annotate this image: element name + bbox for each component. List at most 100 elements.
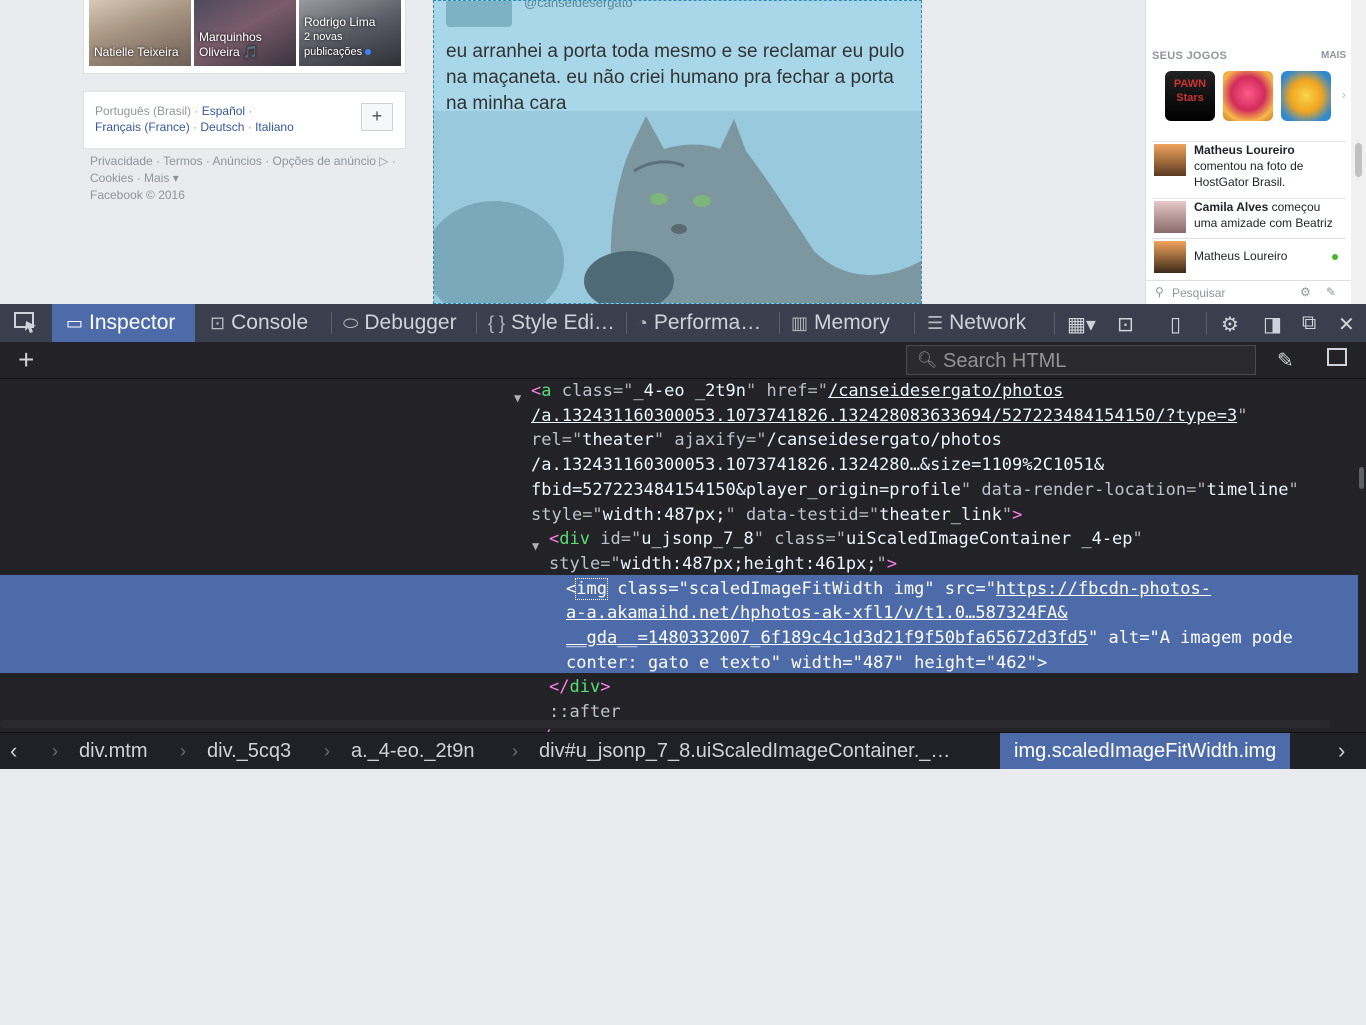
facebook-page: Natielle Teixeira Marquinhos Oliveira 🎵 … bbox=[0, 0, 1366, 304]
search-html-box[interactable]: 🔍︎ bbox=[906, 345, 1256, 375]
avatar bbox=[1154, 201, 1186, 233]
toggle-sidebar-icon[interactable] bbox=[1327, 348, 1347, 366]
tab-debugger[interactable]: ⬭ Debugger bbox=[343, 304, 457, 342]
game-icon[interactable]: PAWN Stars bbox=[1165, 71, 1215, 121]
gear-icon[interactable]: ⚙ bbox=[1221, 312, 1239, 337]
chat-contact[interactable]: Matheus Loureiro bbox=[1152, 238, 1346, 273]
breadcrumb-item[interactable]: div#u_jsonp_7_8.uiScaledImageContainer._… bbox=[539, 733, 984, 769]
gear-icon[interactable]: ⚙ bbox=[1300, 285, 1311, 299]
scrollbar-thumb[interactable] bbox=[1359, 467, 1364, 489]
chevron-left-icon[interactable]: ‹ bbox=[10, 733, 17, 769]
friends-grid: Natielle Teixeira Marquinhos Oliveira 🎵 … bbox=[83, 0, 406, 74]
scratchpad-icon[interactable]: ⊡ bbox=[1117, 312, 1134, 337]
game-label: PAWN Stars bbox=[1173, 78, 1207, 104]
expand-triangle-icon[interactable]: ▼ bbox=[514, 386, 521, 411]
footer-line[interactable]: Cookies · Mais ▾ bbox=[90, 170, 410, 187]
markup-line[interactable]: </div> bbox=[549, 675, 610, 700]
right-sidebar: SEUS JOGOS MAIS PAWN Stars › Matheus Lou… bbox=[1145, 0, 1352, 304]
game-icon[interactable] bbox=[1223, 71, 1273, 121]
eyedropper-icon[interactable]: ✎ bbox=[1277, 348, 1294, 373]
tab-divider bbox=[1206, 312, 1207, 334]
page-scrollbar[interactable] bbox=[1351, 0, 1366, 304]
markup-line[interactable]: <a class="_4-eo _2t9n" href="/canseidese… bbox=[531, 379, 1063, 404]
language-link[interactable]: Deutsch bbox=[200, 120, 244, 134]
close-icon[interactable]: ✕ bbox=[1338, 312, 1355, 337]
ticker-item[interactable]: Camila Alves começou uma amizade com Bea… bbox=[1152, 198, 1346, 239]
tab-label: Inspector bbox=[89, 311, 176, 334]
breadcrumb: ‹ › div.mtm › div._5cq3 › a._4-eo._2t9n … bbox=[0, 732, 1366, 769]
breadcrumb-item[interactable]: div._5cq3 bbox=[207, 733, 291, 769]
games-title: SEUS JOGOS bbox=[1152, 50, 1228, 62]
selected-markup-line[interactable]: __gda__=1480332007_6f189c4c1d3d21f9f50bf… bbox=[566, 626, 1293, 651]
chat-search-placeholder[interactable]: Pesquisar bbox=[1172, 286, 1225, 300]
memory-icon: ▥ bbox=[791, 312, 809, 333]
tab-style-editor[interactable]: { } Style Edi… bbox=[488, 304, 615, 342]
tab-label: Style Edi… bbox=[511, 311, 615, 334]
friend-tile[interactable]: Marquinhos Oliveira 🎵 bbox=[194, 0, 296, 66]
tab-label: Memory bbox=[814, 311, 890, 334]
frame-picker-icon[interactable]: ▦▾ bbox=[1067, 312, 1096, 337]
search-input[interactable] bbox=[941, 348, 1245, 374]
selected-markup-line[interactable]: <img class="scaledImageFitWidth img" src… bbox=[566, 577, 1211, 602]
breadcrumb-item[interactable]: a._4-eo._2t9n bbox=[351, 733, 474, 769]
markup-line[interactable]: style="width:487px;height:461px;"> bbox=[549, 552, 897, 577]
tab-performance[interactable]: ◔ Performa… bbox=[637, 304, 761, 342]
horizontal-scrollbar[interactable] bbox=[0, 720, 1330, 728]
dock-side-icon[interactable]: ◨ bbox=[1263, 312, 1282, 337]
add-language-button[interactable]: + bbox=[361, 103, 393, 131]
markup-line[interactable]: fbid=527223484154150&player_origin=profi… bbox=[531, 478, 1299, 503]
markup-line[interactable]: /a.132431160300053.1073741826.1324280…&s… bbox=[531, 453, 1104, 478]
language-link[interactable]: Italiano bbox=[255, 120, 294, 134]
network-icon: ☰ bbox=[927, 312, 944, 333]
friend-name: Natielle Teixeira bbox=[94, 45, 179, 59]
markup-line[interactable]: <div id="u_jsonp_7_8" class="uiScaledIma… bbox=[549, 527, 1143, 552]
cat-photo bbox=[434, 111, 921, 303]
scrollbar-thumb[interactable] bbox=[1355, 143, 1362, 177]
search-icon: ⚲ bbox=[1155, 285, 1164, 299]
tab-divider bbox=[626, 312, 627, 334]
footer-line[interactable]: Privacidade · Termos · Anúncios · Opções… bbox=[90, 153, 410, 170]
add-node-icon[interactable]: + bbox=[18, 344, 34, 376]
chat-search[interactable]: ⚲ Pesquisar ⚙ ✎ bbox=[1146, 280, 1352, 304]
post-caption: eu arranhei a porta toda mesmo e se recl… bbox=[446, 41, 905, 114]
expand-triangle-icon[interactable]: ▼ bbox=[532, 534, 539, 559]
tab-memory[interactable]: ▥ Memory bbox=[791, 304, 890, 342]
element-picker-icon[interactable] bbox=[14, 304, 40, 342]
tab-network[interactable]: ☰ Network bbox=[927, 304, 1026, 342]
markup-scrollbar[interactable] bbox=[1358, 379, 1366, 719]
tab-divider bbox=[914, 312, 915, 334]
breadcrumb-item-selected[interactable]: img.scaledImageFitWidth.img bbox=[1000, 733, 1291, 769]
markup-view: ▼ <a class="_4-eo _2t9n" href="/canseide… bbox=[0, 379, 1358, 1025]
selected-markup-line[interactable]: a-a.akamaihd.net/hphotos-ak-xfl1/v/t1.0…… bbox=[566, 601, 1068, 626]
tab-inspector[interactable]: ▭ Inspector bbox=[52, 304, 195, 342]
language-link[interactable]: Français (France) bbox=[95, 120, 190, 134]
markup-line[interactable]: rel="theater" ajaxify="/canseidesergato/… bbox=[531, 428, 1002, 453]
breadcrumb-item[interactable]: div.mtm bbox=[79, 733, 148, 769]
markup-line[interactable]: style="width:487px;" data-testid="theate… bbox=[531, 503, 1022, 528]
ticker-item[interactable]: Matheus Loureiro comentou na foto de Host… bbox=[1152, 141, 1346, 196]
language-line-2: Français (France) · Deutsch · Italiano bbox=[95, 120, 294, 134]
game-icon[interactable] bbox=[1281, 71, 1331, 121]
selected-markup-line[interactable]: conter: gato e texto" width="487" height… bbox=[566, 651, 1047, 676]
chevron-right-icon[interactable]: › bbox=[1341, 86, 1346, 102]
friend-name: Rodrigo Lima 2 novas publicações bbox=[304, 15, 384, 60]
compose-icon[interactable]: ✎ bbox=[1326, 285, 1336, 299]
breadcrumb-separator: › bbox=[324, 741, 330, 761]
friend-name: Marquinhos Oliveira 🎵 bbox=[199, 30, 262, 59]
avatar bbox=[1154, 144, 1186, 176]
undock-window-icon[interactable]: ⧉ bbox=[1302, 312, 1316, 335]
markup-line[interactable]: /a.132431160300053.1073741826.1324280836… bbox=[531, 404, 1247, 429]
highlighted-post-image[interactable]: @canseidesergato eu arranhei a porta tod… bbox=[433, 0, 922, 304]
post-handle: @canseidesergato bbox=[524, 0, 633, 10]
friend-tile[interactable]: Rodrigo Lima 2 novas publicações bbox=[299, 0, 401, 66]
language-link[interactable]: Español bbox=[202, 104, 245, 118]
chevron-right-icon[interactable]: › bbox=[1338, 733, 1345, 769]
games-more-link[interactable]: MAIS bbox=[1321, 50, 1346, 61]
friend-tile[interactable]: Natielle Teixeira bbox=[89, 0, 191, 66]
tab-console[interactable]: ⊡ Console bbox=[210, 304, 308, 342]
performance-icon: ◔ bbox=[637, 312, 648, 333]
friend-name-text: Rodrigo Lima bbox=[304, 15, 376, 29]
devtools-panel: ▭ Inspector ⊡ Console ⬭ Debugger { } Style E… bbox=[0, 304, 1366, 769]
responsive-mode-icon[interactable]: ▯ bbox=[1170, 312, 1181, 337]
ticker-name: Camila Alves bbox=[1194, 200, 1269, 214]
